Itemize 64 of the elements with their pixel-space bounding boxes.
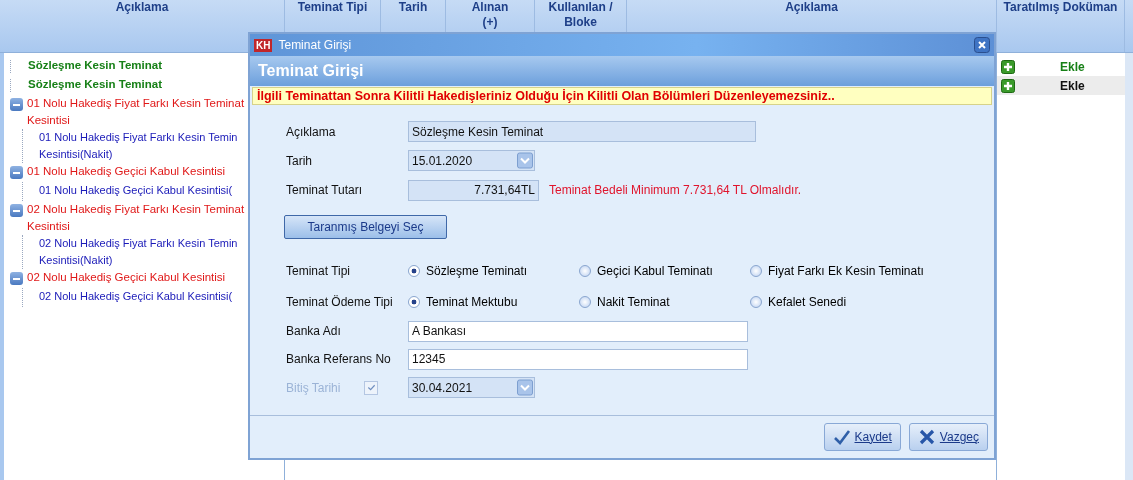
- validation-message: Teminat Bedeli Minimum 7.731,64 TL Olmalıdır.: [549, 183, 802, 197]
- app-logo: KH: [254, 38, 273, 52]
- radio-option[interactable]: Geçici Kabul Teminatı: [579, 263, 750, 278]
- warning-message: İlgili Teminattan Sonra Kilitli Hakedişleriniz Olduğu İçin Kilitli Olan Bölümleri Düzenleyemezsiniz..: [252, 87, 992, 105]
- radio-option[interactable]: Kefalet Senedi: [750, 294, 847, 309]
- column-header[interactable]: Açıklama: [627, 0, 996, 15]
- radio-option[interactable]: Nakit Teminat: [579, 294, 750, 309]
- document-row[interactable]: Ekle: [997, 76, 1125, 95]
- radio-button[interactable]: [579, 295, 591, 308]
- radio-button[interactable]: [750, 264, 762, 277]
- document-row[interactable]: Ekle: [997, 57, 1125, 76]
- window-title: Teminat Girişi: [278, 38, 353, 52]
- column-header[interactable]: Alınan (+): [446, 0, 534, 30]
- radio-button[interactable]: [579, 264, 591, 277]
- field-label: Tarih: [286, 153, 312, 168]
- add-icon[interactable]: [1001, 78, 1016, 93]
- save-button[interactable]: Kaydet: [823, 423, 901, 451]
- column-header[interactable]: Açıklama: [0, 0, 284, 15]
- collapse-icon[interactable]: [10, 98, 23, 111]
- column-header[interactable]: Taratılmış Doküman: [997, 0, 1124, 15]
- amount-field[interactable]: 7.731,64TL: [408, 179, 539, 201]
- tree-item[interactable]: 02 Nolu Hakediş Geçici Kabul Kesintisi(: [39, 288, 243, 305]
- field-label: Teminat Ödeme Tipi: [286, 294, 393, 309]
- collapse-icon[interactable]: [10, 166, 23, 179]
- radio-label[interactable]: Nakit Teminat: [597, 294, 670, 309]
- field-label: Banka Referans No: [286, 352, 391, 366]
- dialog-heading: Teminat Girişi: [250, 56, 994, 86]
- dropdown-icon[interactable]: [517, 152, 533, 169]
- description-field[interactable]: Sözleşme Kesin Teminat: [408, 121, 756, 142]
- radio-option[interactable]: Teminat Mektubu: [408, 294, 579, 309]
- add-link[interactable]: Ekle: [1060, 78, 1085, 93]
- tree-item[interactable]: 02 Nolu Hakediş Fiyat Farkı Kesin Temin Kesintisi(Nakit): [39, 235, 243, 269]
- column-header[interactable]: Teminat Tipi: [285, 0, 380, 15]
- collapse-icon[interactable]: [10, 204, 23, 217]
- text-field[interactable]: A Bankası: [408, 320, 748, 342]
- cancel-button[interactable]: Vazgeç: [908, 423, 988, 451]
- select-scanned-document-button[interactable]: Taranmış Belgeyi Seç: [284, 215, 447, 239]
- radio-label[interactable]: Kefalet Senedi: [768, 294, 847, 309]
- field-label: Banka Adı: [286, 324, 341, 338]
- add-link[interactable]: Ekle: [1060, 59, 1085, 74]
- column-header[interactable]: Tarih: [381, 0, 445, 15]
- check-icon: [832, 428, 851, 446]
- date-field[interactable]: 15.01.2020: [408, 150, 535, 171]
- radio-label[interactable]: Geçici Kabul Teminatı: [597, 263, 713, 278]
- dropdown-icon[interactable]: [517, 379, 533, 396]
- cross-icon: [917, 428, 936, 446]
- radio-option[interactable]: Sözleşme Teminatı: [408, 263, 579, 278]
- close-icon[interactable]: [974, 37, 990, 53]
- radio-label[interactable]: Teminat Mektubu: [426, 294, 518, 309]
- collapse-icon[interactable]: [10, 272, 23, 285]
- field-label: Açıklama: [286, 124, 336, 139]
- radio-button[interactable]: [408, 264, 420, 277]
- field-label: Teminat Tipi: [286, 263, 351, 278]
- field-label: Teminat Tutarı: [286, 183, 363, 197]
- radio-button[interactable]: [750, 295, 762, 308]
- radio-label[interactable]: Sözleşme Teminatı: [426, 263, 528, 278]
- text-field[interactable]: 12345: [408, 348, 748, 370]
- field-label: Bitiş Tarihi: [286, 380, 341, 395]
- radio-button[interactable]: [408, 295, 420, 308]
- tree-item[interactable]: 01 Nolu Hakediş Fiyat Farkı Kesin Temin Kesintisi(Nakit): [39, 129, 243, 163]
- add-icon[interactable]: [1001, 59, 1016, 74]
- checkmark-icon: [366, 383, 376, 392]
- column-header[interactable]: Kullanılan / Bloke: [535, 0, 626, 30]
- tree-item[interactable]: 01 Nolu Hakediş Geçici Kabul Kesintisi(: [39, 182, 243, 199]
